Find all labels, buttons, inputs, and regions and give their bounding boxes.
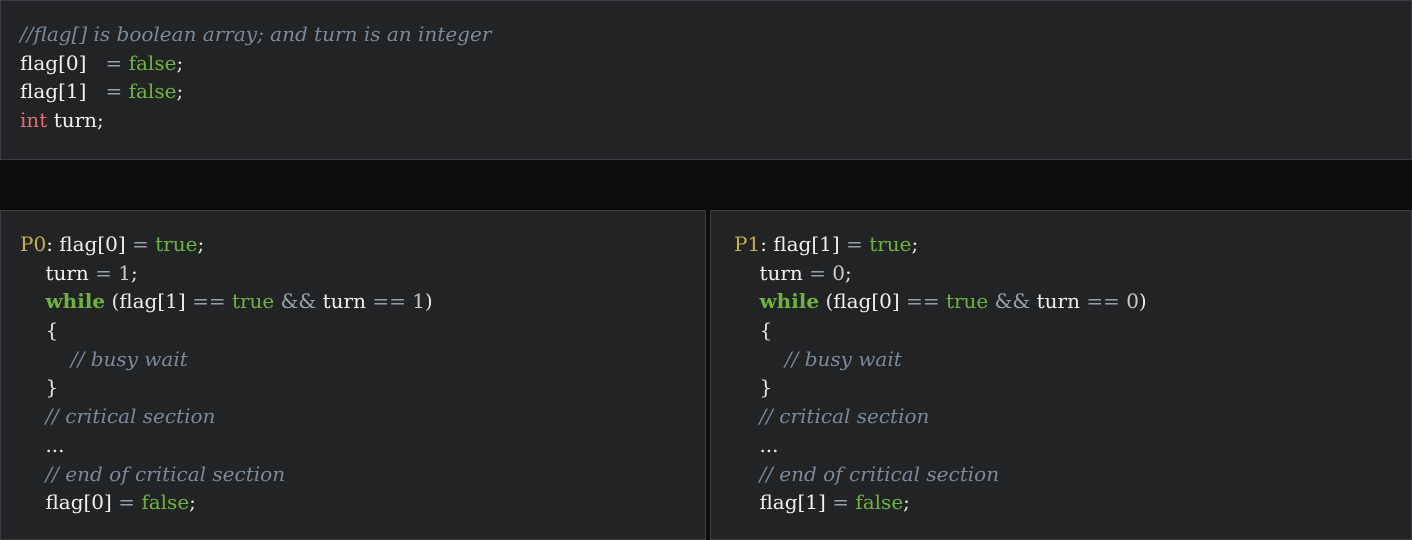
p0-line-reset-flag: flag[0] = false; xyxy=(20,488,433,517)
p1-while-and: && xyxy=(994,289,1031,314)
p1-set-flag-name: flag[1] xyxy=(773,232,840,256)
p0-set-flag-value: true xyxy=(155,232,198,256)
turn-end: ; xyxy=(97,108,104,133)
p0-busy-wait-comment: // busy wait xyxy=(70,346,188,371)
p0-while-lhs: flag[1] xyxy=(119,289,186,314)
p0-line-while: while (flag[1] == true && turn == 1) xyxy=(20,287,433,316)
p0-brace-open: { xyxy=(45,318,59,343)
p0-reset-flag-name: flag[0] xyxy=(45,490,112,515)
p0-ellipsis: ... xyxy=(45,432,65,457)
p1-end-critical-comment: // end of critical section xyxy=(759,461,1000,486)
decl-comment: //flag[] is boolean array; and turn is a… xyxy=(20,22,492,46)
p1-while-eq2: == xyxy=(1086,289,1120,314)
p1-while-turn: turn xyxy=(1036,289,1080,314)
p1-reset-flag-op: = xyxy=(832,490,849,515)
flag1-end: ; xyxy=(176,79,184,104)
p1-set-flag-value: true xyxy=(869,232,912,256)
p0-colon: : xyxy=(46,232,53,256)
p0-line-ellipsis: ... xyxy=(20,431,433,460)
turn-name: turn xyxy=(53,108,98,133)
p1-while-lhs: flag[0] xyxy=(833,289,900,314)
flag1-name: flag[1] xyxy=(20,79,87,104)
p0-while-turn: turn xyxy=(322,289,366,314)
flag0-end: ; xyxy=(176,50,184,75)
p0-line-brace-close: } xyxy=(20,373,433,402)
p1-set-turn-name: turn xyxy=(759,260,803,285)
p1-while-eq1: == xyxy=(906,289,940,314)
p0-end-critical-comment: // end of critical section xyxy=(45,461,286,486)
p0-line-set-flag: P0: flag[0] = true; xyxy=(20,230,433,259)
p0-set-turn-name: turn xyxy=(45,260,89,285)
p1-line-reset-flag: flag[1] = false; xyxy=(734,488,1147,517)
p1-while-rhs2: 0 xyxy=(1126,289,1139,314)
p0-line-busy-wait: // busy wait xyxy=(20,345,433,374)
p0-set-flag-end: ; xyxy=(197,232,205,256)
p1-set-turn-op: = xyxy=(809,260,826,285)
int-type: int xyxy=(20,108,48,133)
p1-reset-flag-value: false xyxy=(855,490,904,515)
p0-set-turn-end: ; xyxy=(131,260,138,285)
p1-brace-close: } xyxy=(759,375,773,400)
p1-line-busy-wait: // busy wait xyxy=(734,345,1147,374)
p1-reset-flag-name: flag[1] xyxy=(759,490,826,515)
p1-line-set-turn: turn = 0; xyxy=(734,259,1147,288)
flag0-name: flag[0] xyxy=(20,50,87,75)
p0-while-and: && xyxy=(280,289,317,314)
p1-set-turn-value: 0 xyxy=(832,260,846,285)
process-p0-code: P0: flag[0] = true; turn = 1; while (fla… xyxy=(20,230,433,517)
shared-declarations-code: //flag[] is boolean array; and turn is a… xyxy=(20,20,491,135)
p1-critical-comment: // critical section xyxy=(759,404,930,429)
p0-reset-flag-op: = xyxy=(118,490,135,515)
p1-line-critical: // critical section xyxy=(734,402,1147,431)
p0-set-flag-name: flag[0] xyxy=(59,232,126,256)
p1-line-end-critical: // end of critical section xyxy=(734,460,1147,489)
p0-label: P0 xyxy=(20,232,47,256)
p0-while-rhs1: true xyxy=(231,289,275,314)
p1-reset-flag-end: ; xyxy=(903,490,910,515)
p1-ellipsis: ... xyxy=(759,432,779,457)
p0-reset-flag-value: false xyxy=(141,490,190,515)
p0-while-close: ) xyxy=(424,289,433,314)
flag0-op: = xyxy=(105,50,123,75)
p0-set-turn-value: 1 xyxy=(118,260,132,285)
p0-line-critical: // critical section xyxy=(20,402,433,431)
process-p1-code: P1: flag[1] = true; turn = 0; while (fla… xyxy=(734,230,1147,517)
p1-colon: : xyxy=(760,232,767,256)
p0-while-rhs2: 1 xyxy=(412,289,425,314)
turn-decl-line: int turn; xyxy=(20,106,491,135)
p1-line-set-flag: P1: flag[1] = true; xyxy=(734,230,1147,259)
flag0-value: false xyxy=(128,50,177,75)
decl-comment-line: //flag[] is boolean array; and turn is a… xyxy=(20,20,491,49)
p1-set-flag-op: = xyxy=(846,232,863,256)
p0-set-flag-op: = xyxy=(132,232,149,256)
p0-critical-comment: // critical section xyxy=(45,404,216,429)
flag0-decl-line: flag[0] = false; xyxy=(20,49,491,78)
p0-line-set-turn: turn = 1; xyxy=(20,259,433,288)
p0-line-end-critical: // end of critical section xyxy=(20,460,433,489)
p1-line-brace-open: { xyxy=(734,316,1147,345)
p0-line-brace-open: { xyxy=(20,316,433,345)
p0-set-turn-op: = xyxy=(95,260,112,285)
p1-while-close: ) xyxy=(1138,289,1147,314)
p1-line-ellipsis: ... xyxy=(734,431,1147,460)
p0-while-keyword: while xyxy=(45,289,106,314)
flag1-op: = xyxy=(105,79,123,104)
flag1-decl-line: flag[1] = false; xyxy=(20,77,491,106)
p1-busy-wait-comment: // busy wait xyxy=(784,346,902,371)
p1-while-rhs1: true xyxy=(945,289,989,314)
p0-while-eq2: == xyxy=(372,289,406,314)
p0-reset-flag-end: ; xyxy=(189,490,196,515)
p0-while-eq1: == xyxy=(192,289,226,314)
p1-set-flag-end: ; xyxy=(911,232,919,256)
flag1-value: false xyxy=(128,79,177,104)
p1-line-brace-close: } xyxy=(734,373,1147,402)
p1-brace-open: { xyxy=(759,318,773,343)
p1-label: P1 xyxy=(734,232,761,256)
p1-set-turn-end: ; xyxy=(845,260,852,285)
p0-brace-close: } xyxy=(45,375,59,400)
p1-line-while: while (flag[0] == true && turn == 0) xyxy=(734,287,1147,316)
p1-while-keyword: while xyxy=(759,289,820,314)
